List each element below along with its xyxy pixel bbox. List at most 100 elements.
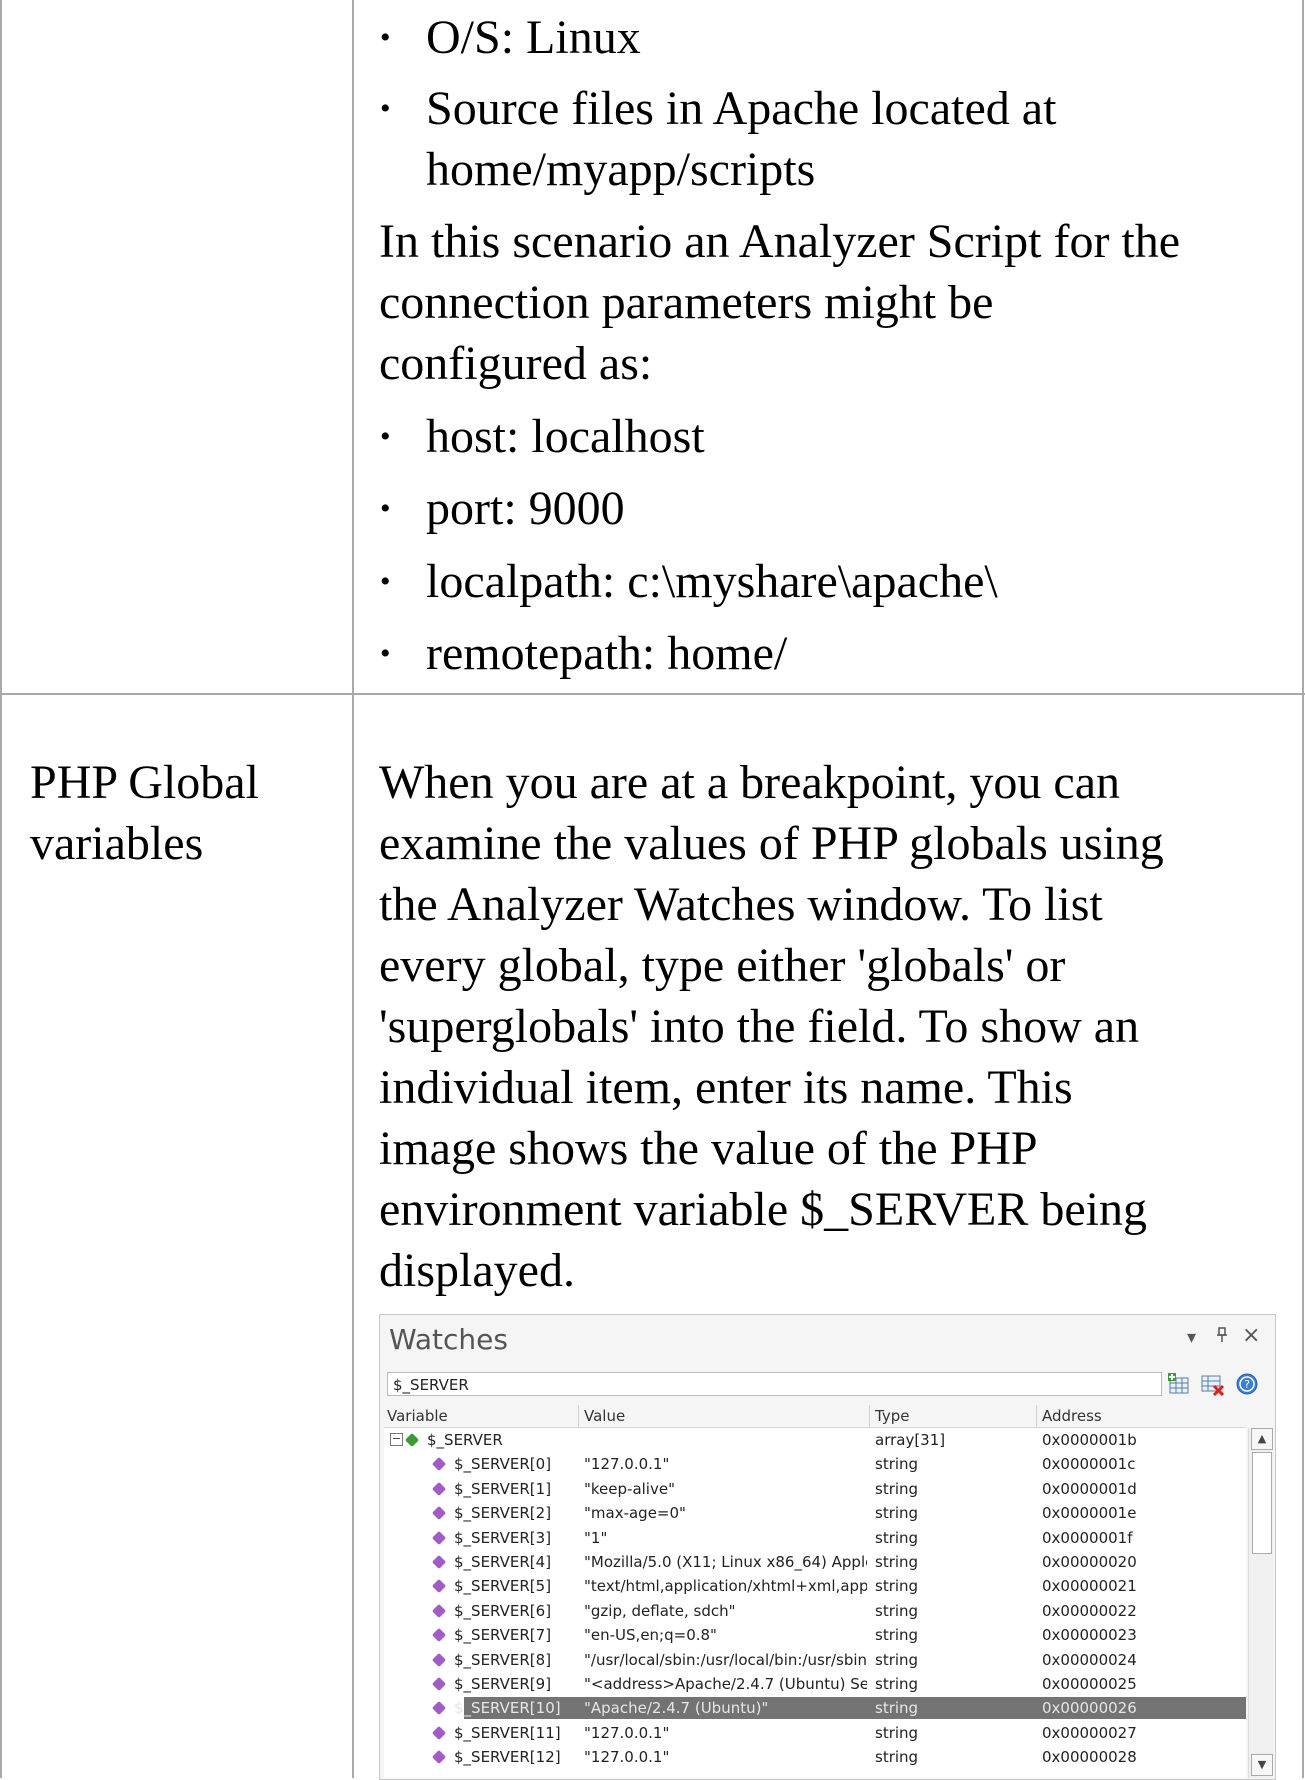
help-icon[interactable]: ? xyxy=(1235,1372,1259,1396)
variable-value: "max-age=0" xyxy=(584,1504,686,1523)
scroll-thumb[interactable] xyxy=(1252,1452,1272,1554)
variable-type: string xyxy=(875,1699,919,1718)
variable-type: string xyxy=(875,1455,919,1474)
watches-window: Watches ▾ × $_SERVER ? Variable Value Ty… xyxy=(379,1314,1276,1780)
collapse-icon[interactable]: − xyxy=(390,1433,403,1446)
delete-watch-icon[interactable] xyxy=(1200,1372,1225,1397)
variable-type: string xyxy=(875,1650,919,1669)
bullet-localpath: localpath: c:\myshare\apache\ xyxy=(426,555,998,608)
variable-name: $_SERVER[1] xyxy=(454,1479,552,1498)
variable-icon xyxy=(431,1676,447,1692)
variable-name: $_SERVER[8] xyxy=(454,1650,552,1669)
table-row-root[interactable]: − $_SERVER array[31] 0x0000001b xyxy=(384,1428,1246,1452)
table-row[interactable]: $_SERVER[6] "gzip, deflate, sdch" string 0x… xyxy=(384,1599,1246,1623)
variable-address: 0x0000001b xyxy=(1042,1431,1137,1449)
table-row[interactable]: $_SERVER[5] "text/html,application/xhtml+… xyxy=(384,1574,1246,1598)
table-row[interactable]: $_SERVER[4] "Mozilla/5.0 (X11; Linux x86_… xyxy=(384,1550,1246,1574)
table-row[interactable]: $_SERVER[10] "Apache/2.4.7 (Ubuntu)" strin… xyxy=(384,1696,1246,1720)
bullet-remotepath: remotepath: home/ xyxy=(426,627,788,680)
bullet-port: port: 9000 xyxy=(426,482,625,535)
variable-type: string xyxy=(875,1675,919,1693)
desc-line-6: individual item, enter its name. This xyxy=(379,1061,1073,1114)
variable-value: "en-US,en;q=0.8" xyxy=(584,1626,717,1645)
watches-rows: − $_SERVER array[31] 0x0000001b $_SERVER… xyxy=(384,1428,1246,1778)
variable-address: 0x00000022 xyxy=(1042,1601,1137,1620)
desc-line-3: the Analyzer Watches window. To list xyxy=(379,878,1103,931)
column-address[interactable]: Address xyxy=(1042,1407,1102,1425)
watches-column-header: Variable Value Type Address xyxy=(384,1405,1246,1428)
pin-icon[interactable] xyxy=(1216,1327,1228,1348)
variable-address: 0x00000028 xyxy=(1042,1748,1137,1767)
variable-value: "/usr/local/sbin:/usr/local/bin:/usr/sbi… xyxy=(584,1650,867,1669)
desc-line-9: displayed. xyxy=(379,1244,575,1297)
variable-icon xyxy=(431,1530,447,1545)
table-row[interactable]: $_SERVER[2] "max-age=0" string 0x0000001e xyxy=(384,1501,1246,1525)
variable-type: string xyxy=(875,1626,919,1645)
variable-address: 0x00000025 xyxy=(1042,1675,1137,1693)
close-icon[interactable]: × xyxy=(1242,1323,1260,1348)
variable-address: 0x00000027 xyxy=(1042,1723,1137,1742)
row-label-line-1: PHP Global xyxy=(30,756,259,809)
variable-name: $_SERVER[6] xyxy=(454,1601,552,1620)
variable-type: string xyxy=(875,1479,919,1498)
variable-value: "keep-alive" xyxy=(584,1479,675,1498)
table-row[interactable]: $_SERVER[12] "127.0.0.1" string 0x00000028 xyxy=(384,1745,1246,1769)
watch-expression-input[interactable]: $_SERVER xyxy=(387,1372,1162,1396)
bullet-dot: • xyxy=(380,637,391,670)
bullet-dot: • xyxy=(380,565,391,598)
scroll-down-icon[interactable]: ▼ xyxy=(1251,1754,1273,1776)
add-watch-icon-svg xyxy=(1168,1373,1189,1394)
table-row[interactable]: $_SERVER[1] "keep-alive" string 0x0000001d xyxy=(384,1477,1246,1501)
variable-icon xyxy=(431,1481,447,1496)
variable-name: $_SERVER[3] xyxy=(454,1528,552,1547)
column-type[interactable]: Type xyxy=(875,1407,909,1425)
variable-icon xyxy=(431,1750,447,1765)
scroll-up-icon[interactable]: ▲ xyxy=(1251,1428,1273,1450)
watches-title: Watches xyxy=(389,1323,508,1356)
variable-address: 0x0000001e xyxy=(1042,1504,1137,1523)
variable-type: string xyxy=(875,1553,919,1571)
bullet-host: host: localhost xyxy=(426,410,705,463)
variable-name: $_SERVER[2] xyxy=(454,1504,552,1523)
variable-address: 0x0000001f xyxy=(1042,1528,1133,1547)
variable-name: $_SERVER[4] xyxy=(454,1553,552,1571)
variable-icon xyxy=(431,1554,447,1570)
column-value[interactable]: Value xyxy=(584,1407,625,1425)
column-variable[interactable]: Variable xyxy=(387,1407,448,1425)
scenario-line-2: connection parameters might be xyxy=(379,276,994,329)
pin-icon-svg xyxy=(1217,1327,1227,1342)
variable-address: 0x00000024 xyxy=(1042,1650,1137,1669)
variable-address: 0x00000026 xyxy=(1042,1699,1137,1718)
table-row[interactable]: $_SERVER[8] "/usr/local/sbin:/usr/local/b… xyxy=(384,1648,1246,1672)
table-row[interactable]: $_SERVER[11] "127.0.0.1" string 0x00000027 xyxy=(384,1721,1246,1745)
variable-icon xyxy=(431,1652,447,1667)
desc-line-5: 'superglobals' into the field. To show a… xyxy=(379,1000,1140,1053)
variable-type: array[31] xyxy=(875,1431,946,1449)
variable-name: $_SERVER[5] xyxy=(454,1577,552,1596)
bullet-dot: • xyxy=(380,92,391,125)
variable-icon xyxy=(431,1579,447,1594)
delete-watch-icon-svg xyxy=(1201,1375,1225,1397)
variable-address: 0x0000001d xyxy=(1042,1479,1137,1498)
variable-address: 0x0000001c xyxy=(1042,1455,1136,1474)
variable-value: "Mozilla/5.0 (X11; Linux x86_64) AppleW xyxy=(584,1553,867,1571)
variable-name: $_SERVER[9] xyxy=(454,1675,552,1693)
table-row[interactable]: $_SERVER[7] "en-US,en;q=0.8" string 0x00000… xyxy=(384,1623,1246,1647)
table-column-divider xyxy=(352,0,354,1778)
variable-type: string xyxy=(875,1577,919,1596)
vertical-scrollbar[interactable]: ▲ ▼ xyxy=(1248,1428,1273,1778)
table-row[interactable]: $_SERVER[0] "127.0.0.1" string 0x0000001c xyxy=(384,1452,1246,1476)
variable-address: 0x00000021 xyxy=(1042,1577,1137,1596)
table-row[interactable]: $_SERVER[9] "<address>Apache/2.4.7 (Ubunt… xyxy=(384,1672,1246,1696)
add-watch-icon[interactable] xyxy=(1167,1372,1191,1396)
variable-name: $_SERVER[12] xyxy=(454,1748,561,1767)
variable-address: 0x00000023 xyxy=(1042,1626,1137,1645)
bullet-source-line2: home/myapp/scripts xyxy=(426,143,816,196)
table-row[interactable]: $_SERVER[3] "1" string 0x0000001f xyxy=(384,1526,1246,1550)
dropdown-icon[interactable]: ▾ xyxy=(1187,1327,1196,1348)
variable-icon xyxy=(431,1628,447,1643)
variable-name: $_SERVER xyxy=(427,1431,503,1449)
table-left-border xyxy=(0,0,2,1778)
bullet-dot: • xyxy=(380,420,391,453)
variable-type: string xyxy=(875,1748,919,1767)
